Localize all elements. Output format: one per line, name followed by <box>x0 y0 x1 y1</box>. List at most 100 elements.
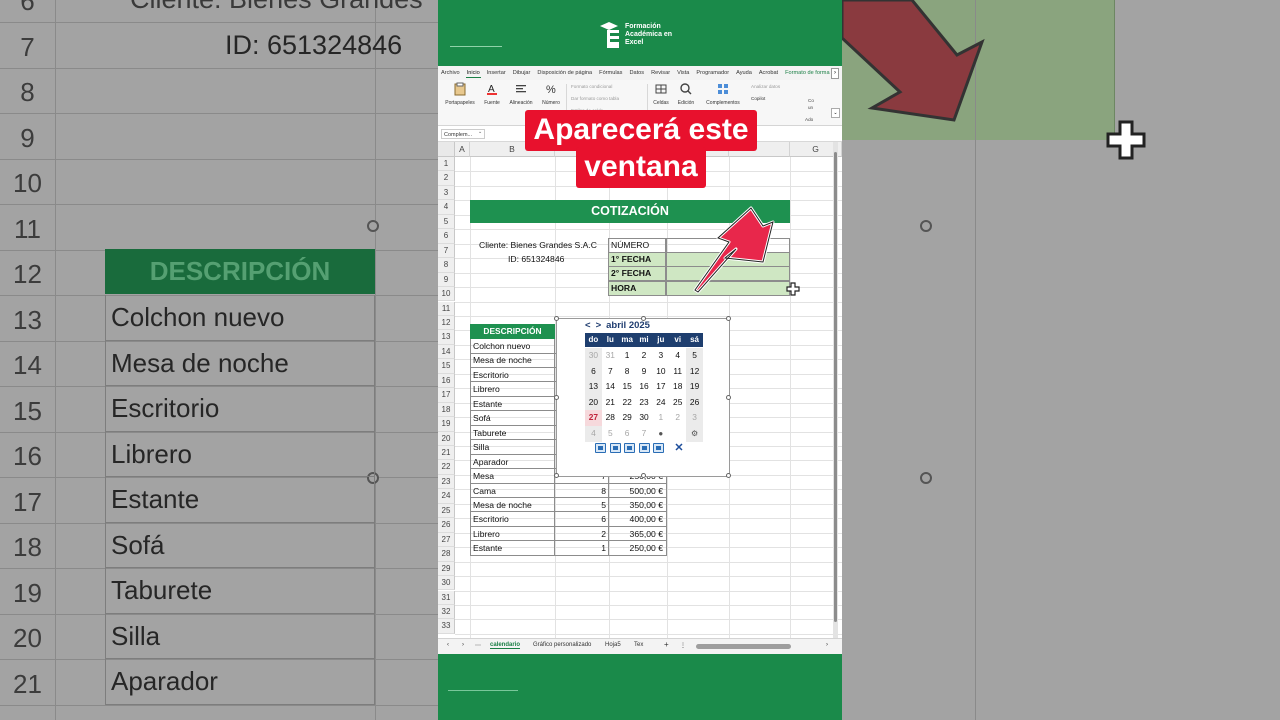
calendar-day[interactable]: 22 <box>619 395 636 411</box>
row-header[interactable]: 26 <box>438 518 455 533</box>
price-cell[interactable]: 500,00 € <box>609 483 667 498</box>
calendar-day[interactable]: 6 <box>619 426 636 442</box>
ribbon-tab[interactable]: Revisar <box>650 69 671 77</box>
price-cell[interactable]: 350,00 € <box>609 497 667 513</box>
column-header[interactable]: A <box>455 142 470 157</box>
row-header[interactable]: 31 <box>438 590 455 605</box>
resize-handle[interactable] <box>726 473 731 478</box>
description-header[interactable]: DESCRIPCIÓN <box>470 324 555 339</box>
ribbon-tab[interactable]: Acrobat <box>758 69 779 77</box>
ribbon-more-tabs-button[interactable]: › <box>831 68 839 79</box>
ribbon-tab[interactable]: Vista <box>676 69 690 77</box>
copilot-button[interactable]: Copilot <box>751 96 765 101</box>
row-header[interactable]: 28 <box>438 547 455 562</box>
calendar-day[interactable]: 30 <box>636 410 653 426</box>
row-header[interactable]: 27 <box>438 532 455 548</box>
ribbon-tab[interactable]: Inicio <box>465 69 481 78</box>
calendar-day[interactable]: 11 <box>669 364 686 380</box>
row-header[interactable]: 29 <box>438 561 455 577</box>
ribbon-tab[interactable]: Ayuda <box>735 69 753 77</box>
calendar-day[interactable]: 24 <box>652 395 669 411</box>
edit-button[interactable]: Edición <box>676 82 696 106</box>
calendar-day[interactable]: 1 <box>619 348 636 364</box>
row-header[interactable]: 10 <box>438 287 455 302</box>
calendar-day[interactable]: 2 <box>669 410 686 426</box>
info-icon[interactable]: ● <box>652 426 669 442</box>
table-row[interactable]: Taburete <box>470 425 555 441</box>
table-row[interactable]: Librero <box>470 382 555 397</box>
client-name[interactable]: Cliente: Bienes Grandes S.A.C <box>479 240 597 250</box>
calendar-day[interactable]: 6 <box>585 363 602 380</box>
spreadsheet-grid[interactable]: ABG 1 2 3 4 5 6 7 8 9 10 11 12 13 14 15 16 17 18 19 20 21 22 2… <box>438 142 842 638</box>
calendar-day[interactable]: 30 <box>585 348 602 364</box>
table-row[interactable]: Mesa <box>470 469 555 484</box>
calendar-day[interactable]: 3 <box>686 410 703 426</box>
calendar-day[interactable]: 4 <box>585 425 602 442</box>
row-header[interactable]: 6 <box>438 229 455 244</box>
alignment-button[interactable]: Alineación <box>506 82 536 106</box>
conditional-format-button[interactable]: Formato condicional <box>571 84 612 89</box>
calendar-day[interactable]: 5 <box>686 348 703 364</box>
table-format-button[interactable]: Dar formato como tabla <box>571 96 619 101</box>
ribbon-tab[interactable]: Formato de forma <box>784 69 830 77</box>
select-all-corner[interactable] <box>438 142 455 157</box>
row-header[interactable]: 9 <box>438 272 455 288</box>
resize-handle[interactable] <box>641 316 646 321</box>
row-header[interactable]: 11 <box>438 301 455 316</box>
info-icon[interactable] <box>624 443 635 453</box>
calendar-day[interactable]: 18 <box>669 379 686 395</box>
fecha2-label[interactable]: 2° FECHA <box>608 266 666 281</box>
table-row[interactable]: Aparador <box>470 454 555 470</box>
row-header[interactable]: 25 <box>438 503 455 519</box>
resize-handle[interactable] <box>726 316 731 321</box>
calendar-day[interactable]: 28 <box>602 410 619 426</box>
hora-label[interactable]: HORA <box>608 281 666 296</box>
resize-handle[interactable] <box>726 395 731 400</box>
analyze-data-button[interactable]: Analizar datos <box>751 84 780 89</box>
resize-handle[interactable] <box>554 395 559 400</box>
ribbon-tab[interactable]: Datos <box>628 69 645 77</box>
row-header[interactable]: 22 <box>438 460 455 475</box>
gear-icon[interactable]: ⚙ <box>686 425 703 442</box>
next-month-button[interactable]: > <box>596 320 602 331</box>
row-header[interactable]: 24 <box>438 489 455 504</box>
ribbon-tab[interactable]: Disposición de página <box>536 69 593 77</box>
calendar-day[interactable]: 23 <box>636 395 653 411</box>
vertical-scrollbar-thumb[interactable] <box>834 152 837 622</box>
calendar-day[interactable]: 5 <box>602 426 619 442</box>
ribbon-tab[interactable]: Archivo <box>440 69 461 77</box>
table-row[interactable]: Librero <box>470 526 555 542</box>
row-header[interactable]: 8 <box>438 258 455 273</box>
quantity-cell[interactable]: 2 <box>555 526 609 542</box>
calendar-day[interactable]: 7 <box>602 364 619 380</box>
row-header[interactable]: 7 <box>438 243 455 259</box>
calendar-popup[interactable]: < > abril 2025 do lu ma mi ju vi sá 30 31 1 2 3 4 5 6 7 8… <box>554 316 731 478</box>
font-button[interactable]: A Fuente <box>482 82 502 106</box>
sheet-tab[interactable]: Tex <box>634 642 643 648</box>
quantity-cell[interactable]: 5 <box>555 497 609 513</box>
table-row[interactable]: Colchon nuevo <box>470 339 555 354</box>
calendar-day[interactable]: 3 <box>652 348 669 364</box>
ribbon-tab[interactable]: Fórmulas <box>598 69 623 77</box>
cells-button[interactable]: Celdas <box>651 82 671 106</box>
table-row[interactable]: Estante <box>470 396 555 412</box>
calendar-day[interactable]: 7 <box>636 426 653 442</box>
ribbon-tab[interactable]: Insertar <box>486 69 507 77</box>
table-row[interactable]: Mesa de noche <box>470 353 555 368</box>
calendar-day[interactable]: 17 <box>652 379 669 395</box>
row-header[interactable]: 33 <box>438 619 455 634</box>
calendar-day[interactable]: 25 <box>669 395 686 411</box>
calendar-day[interactable]: 19 <box>686 379 703 395</box>
calendar-day[interactable]: 21 <box>602 395 619 411</box>
calendar-day[interactable]: 4 <box>669 348 686 364</box>
table-row[interactable]: Sofá <box>470 411 555 426</box>
table-row[interactable]: Mesa de noche <box>470 497 555 513</box>
ribbon-tab[interactable]: Dibujar <box>512 69 532 77</box>
ribbon-tab[interactable]: Programador <box>695 69 730 77</box>
sheet-tab[interactable]: Gráfico personalizado <box>533 642 591 648</box>
row-header[interactable]: 32 <box>438 604 455 620</box>
row-header[interactable]: 30 <box>438 576 455 591</box>
sheet-next-button[interactable]: › <box>462 642 464 648</box>
row-header[interactable]: 18 <box>438 402 455 418</box>
table-row[interactable]: Escritorio <box>470 512 555 527</box>
